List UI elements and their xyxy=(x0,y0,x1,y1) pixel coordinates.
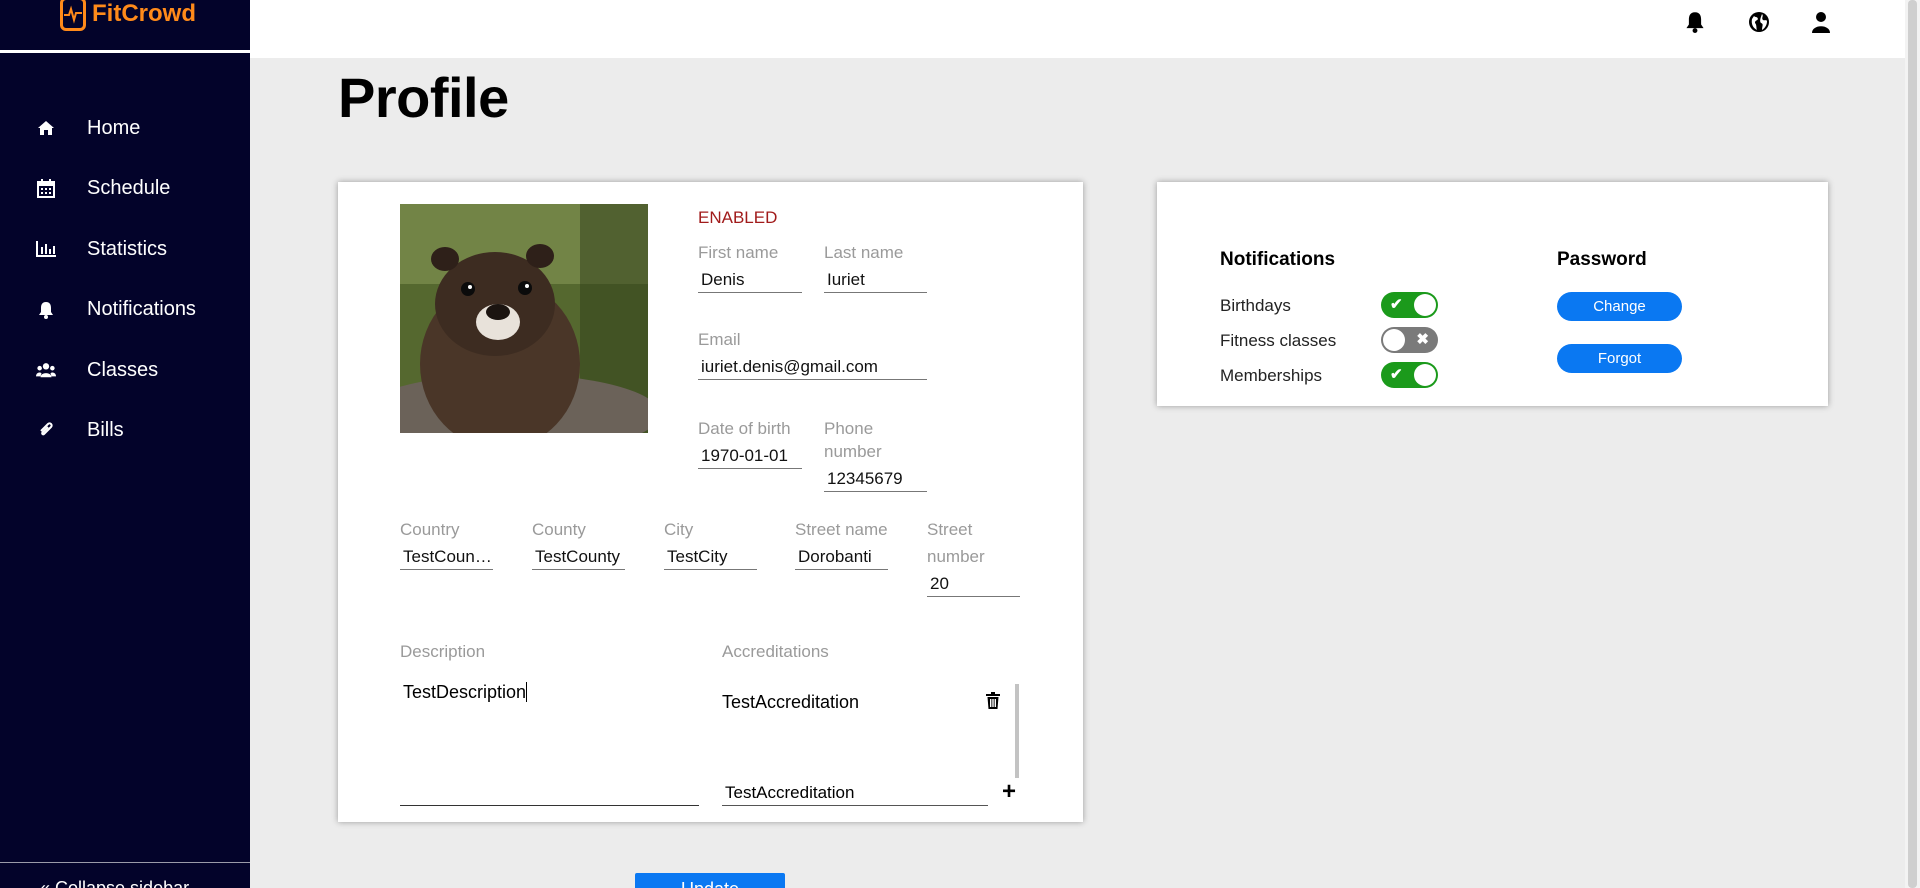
toggle-knob xyxy=(1414,294,1436,316)
password-title: Password xyxy=(1557,249,1647,270)
last-name-field[interactable]: Iuriet xyxy=(824,267,927,293)
x-icon: ✖ xyxy=(1416,331,1429,348)
sidebar-item-home[interactable]: Home xyxy=(0,98,250,159)
change-password-button[interactable]: Change xyxy=(1557,292,1682,321)
county-field[interactable]: TestCounty xyxy=(532,544,625,570)
home-icon xyxy=(36,118,56,138)
sidebar-item-label: Home xyxy=(87,116,141,139)
bell-icon[interactable] xyxy=(1683,10,1707,34)
collapse-divider xyxy=(0,862,250,863)
sidebar: FitCrowd Home Schedule Statistics Notifi… xyxy=(0,0,250,888)
last-name-label: Last name xyxy=(824,243,904,262)
phone-label-line2: number xyxy=(824,442,882,461)
sidebar-item-statistics[interactable]: Statistics xyxy=(0,219,250,280)
description-label: Description xyxy=(400,642,486,661)
description-textarea[interactable]: TestDescription xyxy=(400,682,699,806)
email-label: Email xyxy=(698,330,741,349)
update-button[interactable]: Update xyxy=(635,873,785,888)
country-field[interactable]: TestCountry xyxy=(400,544,493,570)
sidebar-item-label: Notifications xyxy=(87,298,196,321)
sidebar-nav: Home Schedule Statistics Notifications C… xyxy=(0,98,250,461)
text-cursor xyxy=(526,682,528,702)
sidebar-item-label: Bills xyxy=(87,419,124,442)
birthdays-label: Birthdays xyxy=(1220,296,1291,315)
city-label: City xyxy=(664,520,694,539)
new-accreditation-input[interactable]: TestAccreditation xyxy=(722,780,988,806)
fitness-classes-toggle[interactable]: ✖ xyxy=(1381,327,1438,353)
sidebar-item-label: Schedule xyxy=(87,177,171,200)
notifications-title: Notifications xyxy=(1220,249,1336,270)
first-name-field[interactable]: Denis xyxy=(698,267,802,293)
page-scrollbar[interactable] xyxy=(1905,0,1920,888)
memberships-toggle[interactable]: ✔ xyxy=(1381,362,1438,388)
status-badge: ENABLED xyxy=(698,208,778,227)
sidebar-item-notifications[interactable]: Notifications xyxy=(0,280,250,341)
country-label: Country xyxy=(400,520,460,539)
sidebar-item-bills[interactable]: Bills xyxy=(0,401,250,462)
street-number-field[interactable]: 20 xyxy=(927,571,1020,597)
paperclip-icon xyxy=(36,421,56,441)
phone-label-line1: Phone xyxy=(824,419,874,438)
collapse-sidebar-button[interactable]: « Collapse sidebar xyxy=(40,878,189,888)
date-of-birth-field[interactable]: 1970-01-01 xyxy=(698,443,802,469)
sidebar-item-label: Classes xyxy=(87,358,159,381)
sidebar-item-classes[interactable]: Classes xyxy=(0,340,250,401)
profile-avatar[interactable] xyxy=(400,204,648,433)
globe-icon[interactable] xyxy=(1747,10,1771,34)
sidebar-item-schedule[interactable]: Schedule xyxy=(0,159,250,220)
trash-icon[interactable] xyxy=(986,692,1002,710)
scrollbar-thumb[interactable] xyxy=(1908,0,1917,888)
fitness-classes-label: Fitness classes xyxy=(1220,331,1337,350)
bell-icon xyxy=(36,300,56,320)
description-text: TestDescription xyxy=(403,682,527,702)
app-name: FitCrowd xyxy=(92,0,196,27)
county-label: County xyxy=(532,520,586,539)
top-bar xyxy=(250,0,1920,58)
street-number-label-line1: Street xyxy=(927,520,973,539)
settings-card: Notifications Password Birthdays ✔ Fitne… xyxy=(1157,182,1828,406)
email-field[interactable]: iuriet.denis@gmail.com xyxy=(698,354,927,380)
street-number-label-line2: number xyxy=(927,547,985,566)
bar-chart-icon xyxy=(36,239,56,259)
forgot-password-button[interactable]: Forgot xyxy=(1557,344,1682,373)
page-title: Profile xyxy=(338,66,509,129)
accreditations-label: Accreditations xyxy=(722,642,829,661)
memberships-label: Memberships xyxy=(1220,366,1323,385)
users-icon xyxy=(36,360,56,380)
calendar-icon xyxy=(36,179,56,199)
street-name-label: Street name xyxy=(795,520,888,539)
toggle-knob xyxy=(1383,329,1405,351)
toggle-knob xyxy=(1414,364,1436,386)
watch-logo-icon xyxy=(60,0,86,31)
street-name-field[interactable]: Dorobanti xyxy=(795,544,888,570)
accreditation-item: TestAccreditation xyxy=(722,692,860,712)
sidebar-divider xyxy=(0,50,250,53)
phone-number-field[interactable]: 12345679 xyxy=(824,466,927,492)
check-icon: ✔ xyxy=(1390,296,1403,313)
city-field[interactable]: TestCity xyxy=(664,544,757,570)
profile-card: ENABLED First name Denis Last name Iurie… xyxy=(338,182,1083,822)
accreditations-scrollbar[interactable] xyxy=(1015,684,1019,778)
app-logo[interactable]: FitCrowd xyxy=(60,0,196,40)
first-name-label: First name xyxy=(698,243,779,262)
sidebar-item-label: Statistics xyxy=(87,237,168,260)
user-icon[interactable] xyxy=(1809,10,1833,34)
add-accreditation-button[interactable]: + xyxy=(1002,780,1016,804)
date-of-birth-label: Date of birth xyxy=(698,419,791,438)
check-icon: ✔ xyxy=(1390,366,1403,383)
birthdays-toggle[interactable]: ✔ xyxy=(1381,292,1438,318)
